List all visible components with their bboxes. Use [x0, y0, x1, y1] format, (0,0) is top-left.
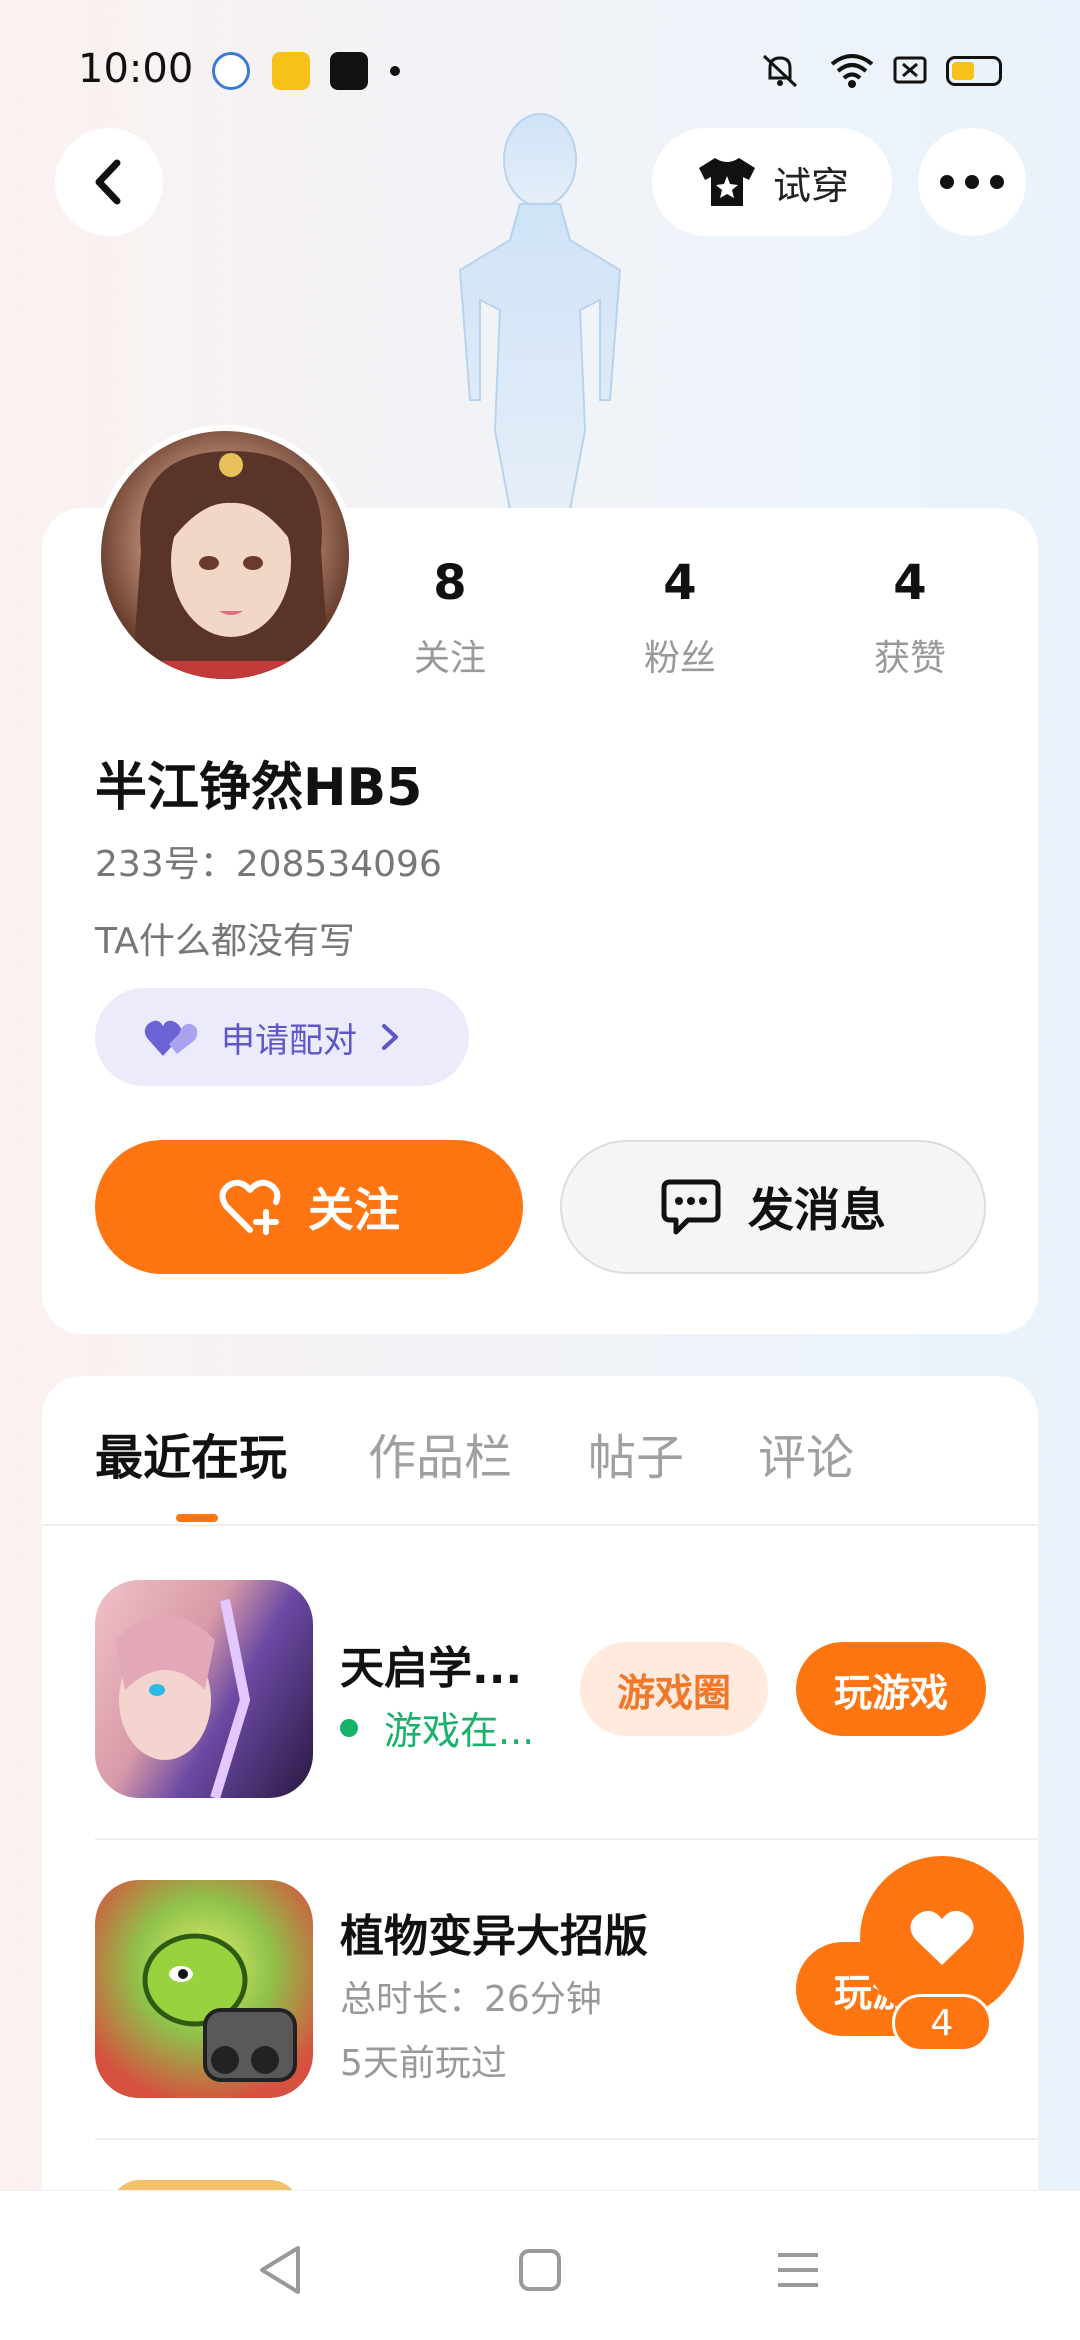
- game-online-status: 游戏在...: [340, 1700, 534, 1755]
- avatar-hologram-figure: [458, 113, 622, 510]
- game-circle-label: 游戏圈: [616, 1670, 731, 1715]
- user-bio: TA什么都没有写: [95, 921, 355, 962]
- row-divider: [95, 2138, 1038, 2140]
- following-count: 8: [433, 555, 467, 611]
- like-count: 4: [930, 2002, 954, 2044]
- active-tab-indicator: [176, 1514, 218, 1522]
- more-notifications-dot: [390, 66, 400, 76]
- play-game-label: 玩游戏: [833, 1670, 948, 1715]
- game-icon-tianqi[interactable]: [95, 1580, 313, 1798]
- send-message-button[interactable]: 发消息: [560, 1140, 986, 1274]
- likes-label: 获赞: [873, 638, 946, 679]
- fans-count: 4: [663, 555, 697, 611]
- double-heart-icon: [144, 1020, 198, 1056]
- game-circle-button[interactable]: 游戏圈: [580, 1642, 768, 1736]
- game-status-text: 游戏在...: [384, 1709, 535, 1753]
- notes-app-icon: [272, 52, 310, 90]
- row-divider: [95, 1838, 1038, 1840]
- last-played: 5天前玩过: [340, 2043, 507, 2084]
- heart-plus-icon: [219, 1179, 281, 1235]
- apply-pairing-button[interactable]: 申请配对: [95, 988, 469, 1086]
- send-message-label: 发消息: [748, 1183, 886, 1237]
- triangle-back-icon: [260, 2246, 300, 2294]
- likes-count: 4: [893, 555, 927, 611]
- tab-recently-played[interactable]: 最近在玩: [95, 1418, 287, 1488]
- more-dots-icon: [940, 175, 1004, 189]
- menu-lines-icon: [778, 2253, 818, 2287]
- follow-label: 关注: [308, 1183, 400, 1237]
- try-on-label: 试穿: [772, 163, 849, 208]
- stat-likes[interactable]: 4 获赞: [830, 555, 990, 681]
- bird-app-icon: [330, 52, 368, 90]
- more-options-button[interactable]: [918, 128, 1026, 236]
- tshirt-icon: [698, 158, 755, 206]
- game-art: [142, 1933, 297, 2082]
- user-id: 233号：208534096: [95, 844, 442, 885]
- back-button[interactable]: [55, 128, 163, 236]
- nav-home-button[interactable]: [510, 2240, 570, 2300]
- baidu-app-icon: [212, 52, 250, 90]
- chevron-right-icon: [382, 1024, 398, 1050]
- stat-fans[interactable]: 4 粉丝: [600, 555, 760, 681]
- battery-level: [952, 62, 974, 80]
- stat-following[interactable]: 8 关注: [370, 555, 530, 681]
- user-avatar[interactable]: [95, 425, 355, 685]
- tab-divider: [42, 1524, 1038, 1526]
- square-home-icon: [519, 2249, 561, 2291]
- play-duration: 总时长：26分钟: [340, 1979, 602, 2020]
- fans-label: 粉丝: [643, 638, 716, 679]
- play-game-button[interactable]: 玩游戏: [796, 1642, 986, 1736]
- game-title[interactable]: 植物变异大招版: [340, 1900, 648, 1964]
- wifi-icon: [830, 54, 874, 88]
- try-on-button[interactable]: 试穿: [652, 128, 892, 236]
- tab-works[interactable]: 作品栏: [368, 1418, 512, 1488]
- online-dot: [340, 1718, 358, 1737]
- like-count-badge: 4: [892, 1994, 992, 2052]
- heart-icon: [910, 1910, 974, 1965]
- tab-comments[interactable]: 评论: [758, 1418, 854, 1488]
- game-art: [115, 1599, 251, 1798]
- game-title[interactable]: 天启学...: [340, 1632, 522, 1696]
- username: 半江铮然HB5: [95, 758, 423, 818]
- nav-menu-button[interactable]: [768, 2240, 828, 2300]
- mute-bell-icon: [762, 54, 798, 88]
- chat-bubble-icon: [661, 1179, 721, 1235]
- no-sim-icon: [893, 56, 927, 84]
- status-time: 10:00: [78, 46, 194, 92]
- chevron-left-icon: [95, 159, 121, 205]
- following-label: 关注: [413, 638, 486, 679]
- battery-icon: [946, 56, 1002, 86]
- nav-back-button[interactable]: [250, 2240, 310, 2300]
- apply-pairing-label: 申请配对: [221, 1020, 357, 1061]
- follow-button[interactable]: 关注: [95, 1140, 523, 1274]
- game-icon-plants[interactable]: [95, 1880, 313, 2098]
- tab-posts[interactable]: 帖子: [588, 1418, 684, 1488]
- avatar-portrait: [131, 451, 331, 679]
